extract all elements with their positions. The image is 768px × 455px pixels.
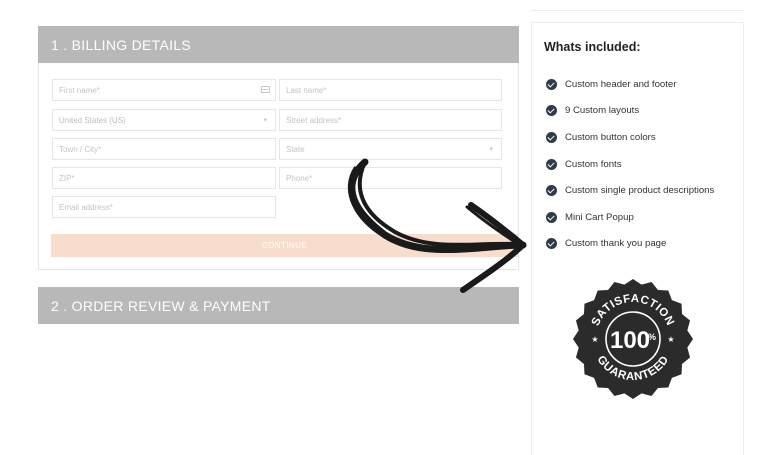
state-placeholder: State	[286, 144, 305, 154]
city-field[interactable]: Town / City*	[52, 138, 276, 160]
list-item: Custom fonts	[546, 151, 714, 178]
first-name-field[interactable]: First name*	[52, 79, 276, 101]
list-item: Custom thank you page	[546, 231, 714, 258]
sidebar-top-divider	[531, 10, 744, 11]
feature-label: Custom thank you page	[565, 238, 667, 250]
email-field[interactable]: Email address*	[52, 196, 276, 218]
feature-label: Mini Cart Popup	[565, 211, 634, 223]
check-circle-icon	[546, 158, 557, 170]
first-name-placeholder: First name*	[59, 85, 100, 95]
phone-placeholder: Phone*	[286, 173, 313, 183]
list-item: 9 Custom layouts	[546, 98, 714, 125]
check-circle-icon	[546, 211, 557, 223]
last-name-placeholder: Last name*	[286, 85, 327, 95]
check-circle-icon	[546, 78, 557, 90]
check-circle-icon	[546, 131, 557, 143]
feature-label: 9 Custom layouts	[565, 105, 640, 117]
city-placeholder: Town / City*	[59, 144, 102, 154]
chevron-down-icon: ▾	[263, 117, 267, 124]
list-item: Mini Cart Popup	[546, 204, 714, 231]
check-circle-icon	[546, 105, 557, 117]
zip-placeholder: ZIP*	[59, 173, 75, 183]
hand-drawn-arrow-icon	[347, 158, 527, 293]
badge-center-number: 100	[610, 327, 650, 354]
feature-list: Custom header and footer 9 Custom layout…	[546, 71, 714, 257]
feature-label: Custom single product descriptions	[565, 185, 715, 197]
order-review-title: 2 . ORDER REVIEW & PAYMENT	[51, 297, 271, 314]
star-icon: ★	[667, 335, 674, 344]
street-address-field[interactable]: Street address*	[279, 109, 502, 131]
list-item: Custom button colors	[546, 124, 714, 151]
street-address-placeholder: Street address*	[286, 115, 342, 125]
feature-label: Custom button colors	[565, 131, 656, 143]
check-circle-icon	[546, 238, 557, 250]
list-item: Custom single product descriptions	[546, 177, 714, 204]
country-select[interactable]: United States (US) ▾	[52, 109, 276, 131]
satisfaction-guaranteed-badge: SATISFACTION GUARANTEED 100 % ★ ★	[573, 279, 693, 399]
list-item: Custom header and footer	[546, 71, 714, 98]
zip-field[interactable]: ZIP*	[52, 167, 276, 189]
star-icon: ★	[591, 335, 598, 344]
billing-details-header[interactable]: 1 . BILLING DETAILS	[38, 26, 519, 63]
contact-card-icon	[261, 86, 270, 93]
badge-percent-sign: %	[648, 332, 656, 342]
email-placeholder: Email address*	[59, 202, 113, 212]
check-circle-icon	[546, 185, 557, 197]
feature-label: Custom fonts	[565, 158, 622, 170]
country-value: United States (US)	[59, 115, 126, 125]
feature-label: Custom header and footer	[565, 78, 677, 90]
last-name-field[interactable]: Last name*	[279, 79, 502, 101]
whats-included-title: Whats included:	[544, 40, 641, 54]
billing-details-title: 1 . BILLING DETAILS	[51, 36, 192, 53]
